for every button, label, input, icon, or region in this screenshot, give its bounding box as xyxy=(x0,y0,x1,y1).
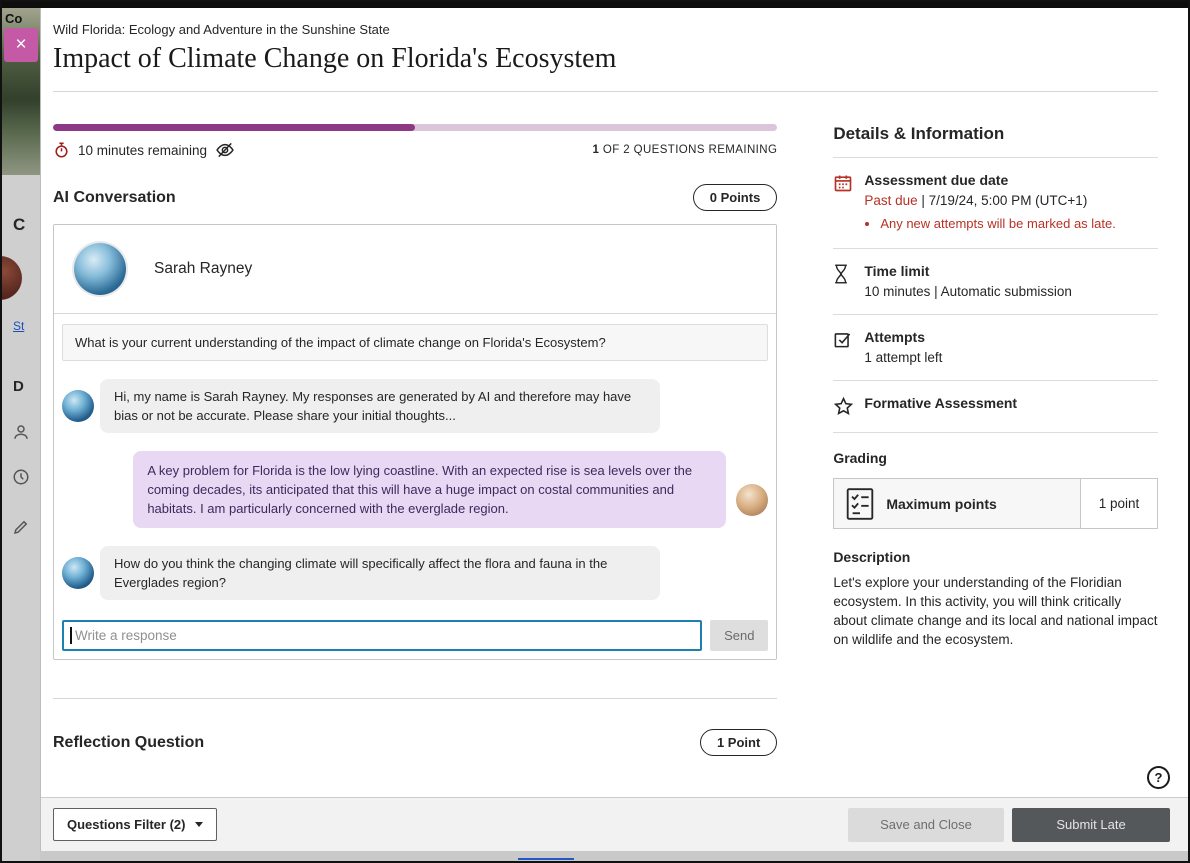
course-title-breadcrumb: Wild Florida: Ecology and Adventure in t… xyxy=(53,22,1158,37)
maximum-points-label: Maximum points xyxy=(886,496,996,512)
attempts-value: 1 attempt left xyxy=(864,350,942,365)
person-icon xyxy=(12,423,30,441)
assessment-type-section: Formative Assessment xyxy=(833,381,1158,433)
time-remaining: 10 minutes remaining xyxy=(53,140,235,160)
conversation-body: What is your current understanding of th… xyxy=(54,314,776,659)
reflection-header-row: Reflection Question 1 Point xyxy=(53,729,777,756)
question-mark-icon: ? xyxy=(1155,770,1163,785)
maximum-points-row: Maximum points 1 point xyxy=(833,478,1158,529)
time-remaining-label: 10 minutes remaining xyxy=(78,143,207,158)
help-button[interactable]: ? xyxy=(1147,766,1170,789)
chevron-down-icon xyxy=(195,822,203,827)
questions-remaining-text: OF 2 QUESTIONS REMAINING xyxy=(599,144,777,156)
response-input-row: Send xyxy=(62,620,768,651)
close-button[interactable]: × xyxy=(4,28,38,62)
attempts-content: Attempts 1 attempt left xyxy=(864,329,942,365)
top-black-bar xyxy=(0,0,1190,8)
star-icon xyxy=(833,395,855,417)
questions-remaining: 1 OF 2 QUESTIONS REMAINING xyxy=(592,144,777,156)
persona-avatar xyxy=(74,243,126,295)
maximum-points-value: 1 point xyxy=(1080,479,1157,528)
background-heading-fragment: D xyxy=(13,378,24,395)
save-and-close-button[interactable]: Save and Close xyxy=(848,808,1004,842)
checklist-icon xyxy=(846,488,874,520)
eye-off-icon[interactable] xyxy=(215,140,235,160)
persona-name: Sarah Rayney xyxy=(154,260,252,278)
background-link-text-fragment: St xyxy=(13,319,24,333)
time-limit-section: Time limit 10 minutes | Automatic submis… xyxy=(833,249,1158,315)
background-text-fragment: Co xyxy=(5,11,22,26)
hourglass-icon xyxy=(833,263,855,299)
attempts-label: Attempts xyxy=(864,329,942,345)
ai-message-row: Hi, my name is Sarah Rayney. My response… xyxy=(62,379,768,433)
ai-message-row: How do you think the changing climate wi… xyxy=(62,546,768,600)
response-input[interactable] xyxy=(62,620,702,651)
timer-icon xyxy=(53,141,70,159)
content-area: 10 minutes remaining 1 OF 2 QUESTIONS RE… xyxy=(41,92,1190,756)
pencil-icon xyxy=(12,518,30,536)
ai-conversation-header-row: AI Conversation 0 Points xyxy=(53,184,777,211)
page-title: Impact of Climate Change on Florida's Ec… xyxy=(53,43,1158,75)
due-date-section: Assessment due date Past due | 7/19/24, … xyxy=(833,158,1158,249)
section-divider xyxy=(53,698,777,699)
timer-progress-bar xyxy=(53,124,777,131)
questions-filter-button[interactable]: Questions Filter (2) xyxy=(53,808,217,841)
details-sidebar: Details & Information Assessment due dat… xyxy=(833,92,1158,756)
text-cursor xyxy=(70,627,72,644)
ai-message-bubble: How do you think the changing climate wi… xyxy=(100,546,660,600)
background-heading-fragment: C xyxy=(13,215,25,235)
questions-filter-label: Questions Filter (2) xyxy=(67,817,185,832)
points-badge: 1 Point xyxy=(700,729,777,756)
attempts-section: Attempts 1 attempt left xyxy=(833,315,1158,381)
maximum-points-cell: Maximum points xyxy=(834,479,1080,528)
user-message-bubble: A key problem for Florida is the low lyi… xyxy=(133,451,726,528)
time-limit-label: Time limit xyxy=(864,263,1072,279)
persona-header: Sarah Rayney xyxy=(54,225,776,314)
ai-conversation-card: Sarah Rayney What is your current unders… xyxy=(53,224,777,660)
due-date-value: Past due | 7/19/24, 5:00 PM (UTC+1) xyxy=(864,193,1116,208)
calendar-icon xyxy=(833,172,855,233)
panel-header: Wild Florida: Ecology and Adventure in t… xyxy=(41,8,1190,75)
assessment-panel: Wild Florida: Ecology and Adventure in t… xyxy=(40,8,1190,851)
ai-avatar xyxy=(62,557,94,589)
submit-late-button[interactable]: Submit Late xyxy=(1012,808,1170,842)
send-button[interactable]: Send xyxy=(710,620,768,651)
time-limit-value: 10 minutes | Automatic submission xyxy=(864,284,1072,299)
checkbox-check-icon xyxy=(833,329,855,365)
due-date-content: Assessment due date Past due | 7/19/24, … xyxy=(864,172,1116,233)
ai-conversation-title: AI Conversation xyxy=(53,189,176,207)
time-limit-content: Time limit 10 minutes | Automatic submis… xyxy=(864,263,1072,299)
assessment-type-label: Formative Assessment xyxy=(864,395,1017,411)
ai-message-bubble: Hi, my name is Sarah Rayney. My response… xyxy=(100,379,660,433)
background-page-strip: Co C St D xyxy=(0,8,40,863)
past-due-status: Past due xyxy=(864,193,917,208)
timer-progress-fill xyxy=(53,124,415,131)
clock-icon xyxy=(12,468,30,486)
reflection-question-title: Reflection Question xyxy=(53,734,204,752)
footer-bar: Questions Filter (2) Save and Close Subm… xyxy=(41,797,1190,851)
details-heading: Details & Information xyxy=(833,124,1158,158)
late-warning-list: Any new attempts will be marked as late. xyxy=(880,215,1116,233)
late-warning: Any new attempts will be marked as late. xyxy=(880,215,1116,233)
question-column: 10 minutes remaining 1 OF 2 QUESTIONS RE… xyxy=(53,92,777,756)
background-avatar-fragment xyxy=(0,256,22,300)
ai-avatar xyxy=(62,390,94,422)
due-date-text: | 7/19/24, 5:00 PM (UTC+1) xyxy=(918,193,1088,208)
conversation-prompt: What is your current understanding of th… xyxy=(62,324,768,361)
user-avatar xyxy=(736,484,768,516)
status-row: 10 minutes remaining 1 OF 2 QUESTIONS RE… xyxy=(53,140,777,160)
due-date-label: Assessment due date xyxy=(864,172,1116,188)
assessment-type-content: Formative Assessment xyxy=(864,395,1017,417)
grading-heading: Grading xyxy=(833,450,1158,466)
background-link-fragment xyxy=(518,853,574,860)
description-text: Let's explore your understanding of the … xyxy=(833,573,1158,649)
response-input-wrap xyxy=(62,620,702,651)
points-badge: 0 Points xyxy=(693,184,778,211)
user-message-row: A key problem for Florida is the low lyi… xyxy=(62,451,768,528)
description-heading: Description xyxy=(833,549,1158,565)
close-icon: × xyxy=(15,34,26,55)
